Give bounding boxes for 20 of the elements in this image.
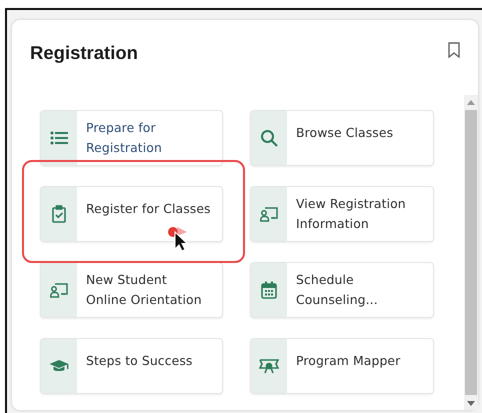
presenter-icon [50,282,68,298]
tile-link[interactable]: Prepare for Registration [40,110,223,166]
calendar-icon [261,281,277,299]
search-icon [260,129,278,147]
tile-link[interactable]: Schedule Counseling... [250,262,434,318]
scroll-down-icon[interactable] [467,400,475,406]
tile-link[interactable]: Steps to Success [40,338,223,394]
scrollbar[interactable] [464,95,478,410]
tile-link[interactable]: Register for Classes [40,186,223,242]
card-title: Registration [30,42,138,64]
ribbon-icon [259,358,279,374]
graduation-cap-icon [49,359,69,373]
tile-link[interactable]: Browse Classes [250,110,434,166]
list-icon [50,131,68,145]
bookmark-icon[interactable] [448,42,460,58]
tile-link[interactable]: New Student Online Orientation [40,262,223,318]
tile-link[interactable]: View Registration Information [250,186,434,242]
clipboard-check-icon [52,205,66,223]
tile-link[interactable]: Program Mapper [250,338,434,394]
presenter-icon [260,206,278,222]
